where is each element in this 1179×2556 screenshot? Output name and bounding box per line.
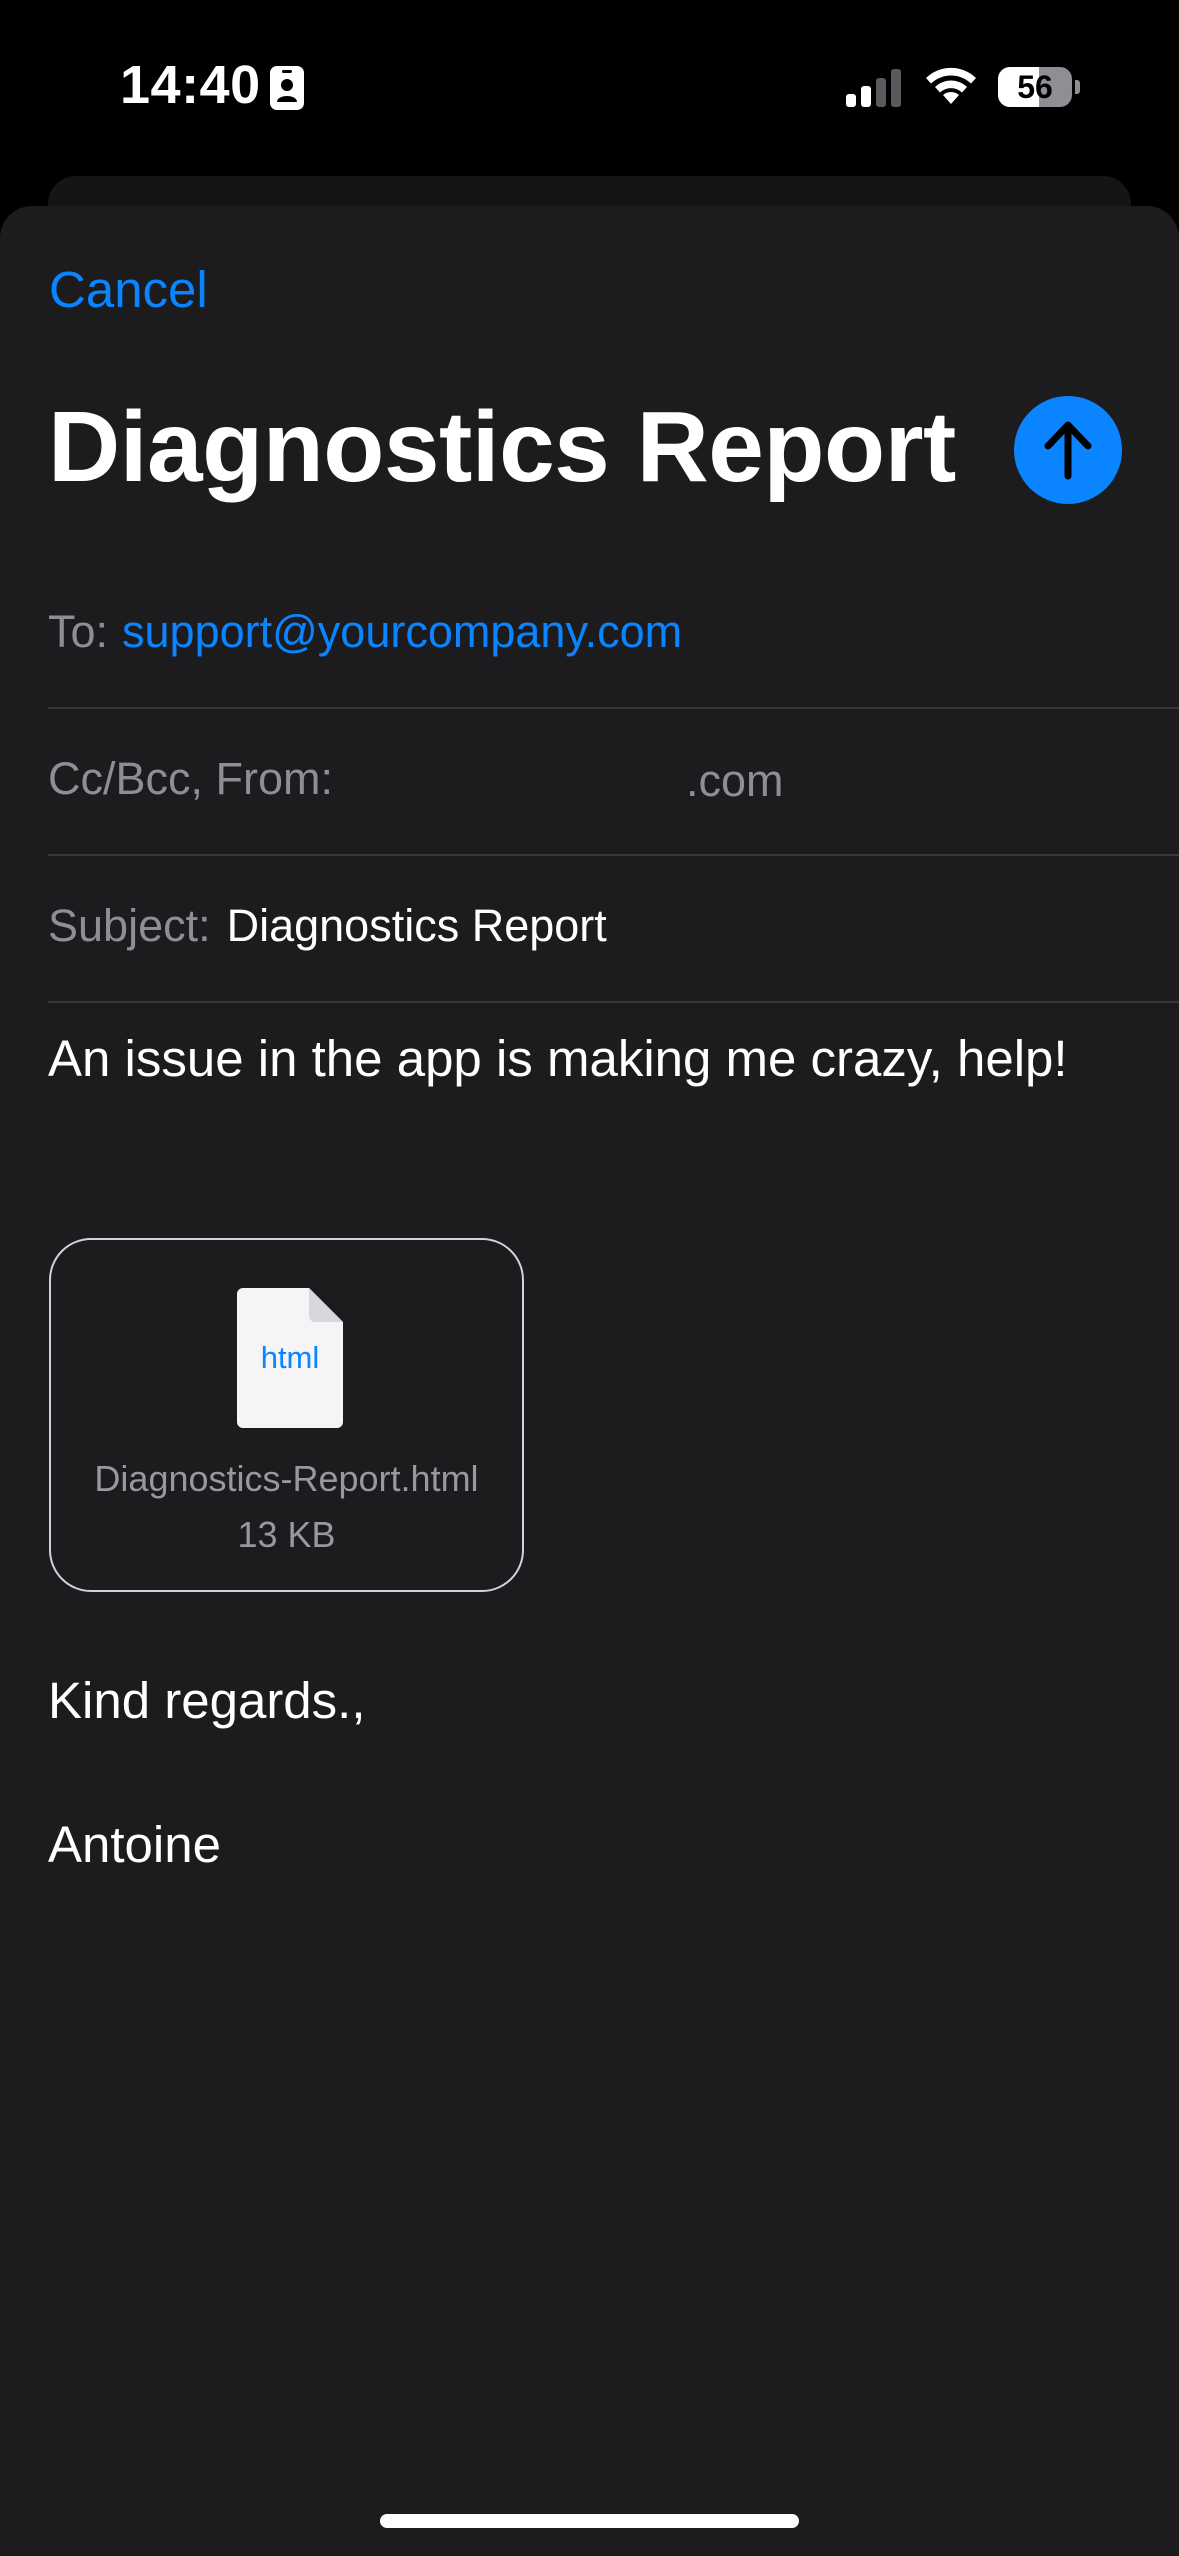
to-recipient[interactable]: support@yourcompany.com [122,606,682,657]
message-body-text[interactable]: An issue in the app is making me crazy, … [48,1029,1068,1088]
home-indicator[interactable] [380,2514,799,2528]
compose-title: Diagnostics Report [48,391,956,503]
cc-bcc-from-label: Cc/Bcc, From: [48,753,334,804]
subject-label: Subject: [48,900,211,951]
cc-bcc-from-field[interactable]: Cc/Bcc, From: .com [48,752,1179,806]
separator [48,707,1179,709]
wifi-icon [926,67,976,104]
from-address[interactable]: .com [686,754,784,808]
attachment-file-size: 13 KB [237,1514,336,1555]
sign-off-text[interactable]: Kind regards., [48,1671,366,1730]
subject-value[interactable]: Diagnostics Report [227,900,607,951]
signature-name[interactable]: Antoine [48,1815,221,1874]
cellular-signal-icon [846,69,901,107]
send-button[interactable] [1014,396,1122,504]
battery-icon: 56 [998,67,1080,107]
to-field[interactable]: To: support@yourcompany.com [48,605,1179,659]
status-time: 14:40 [120,55,261,115]
to-label: To: [48,606,109,657]
separator [48,854,1179,856]
contact-card-icon [270,66,304,110]
cancel-button[interactable]: Cancel [49,260,208,319]
status-bar: 14:40 56 [0,0,1179,170]
attachment-file-name: Diagnostics-Report.html [94,1458,479,1499]
arrow-up-icon [1044,421,1092,480]
separator [48,1001,1179,1003]
battery-percent: 56 [1017,69,1053,105]
subject-field[interactable]: Subject: Diagnostics Report [48,899,1179,953]
file-type-label: html [260,1340,320,1375]
html-file-icon: html [237,1288,343,1428]
attachment[interactable]: html Diagnostics-Report.html 13 KB [49,1238,524,1592]
